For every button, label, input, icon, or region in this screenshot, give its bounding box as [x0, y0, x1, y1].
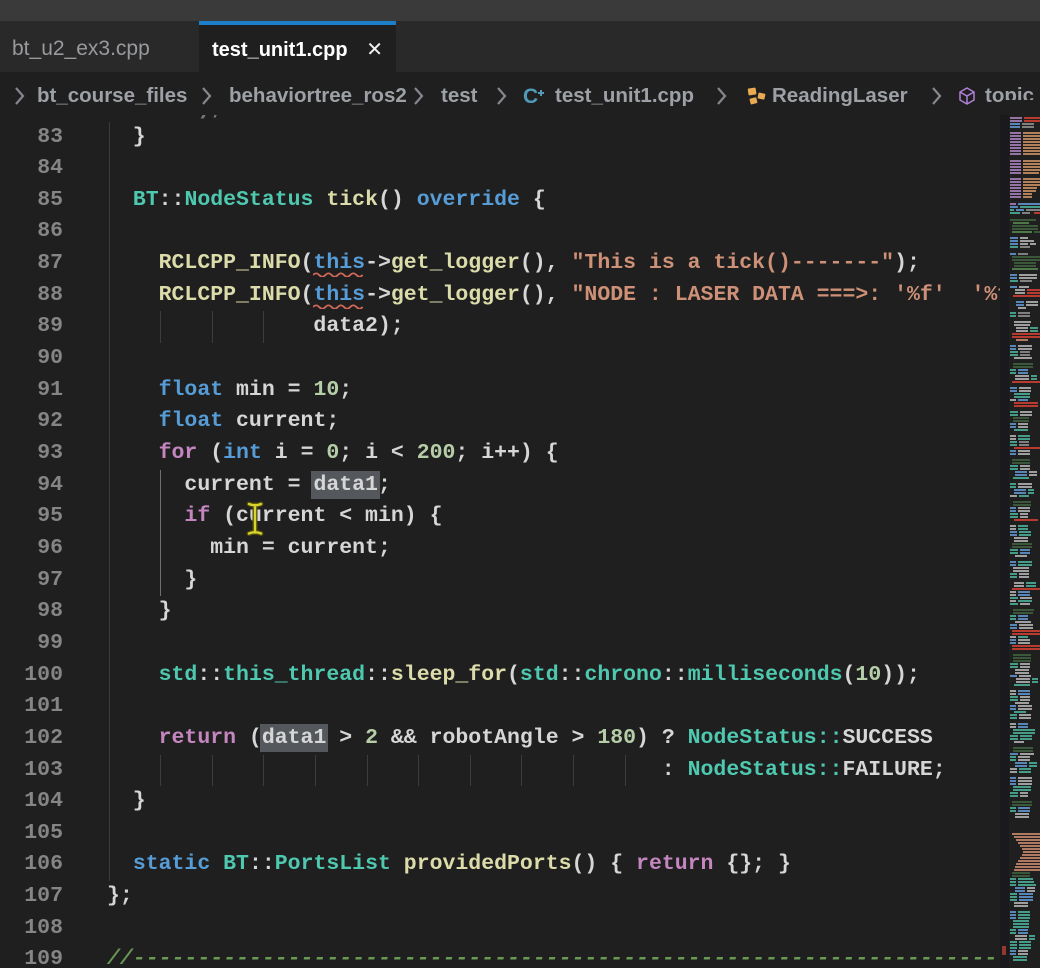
- svg-text:C: C: [523, 85, 538, 108]
